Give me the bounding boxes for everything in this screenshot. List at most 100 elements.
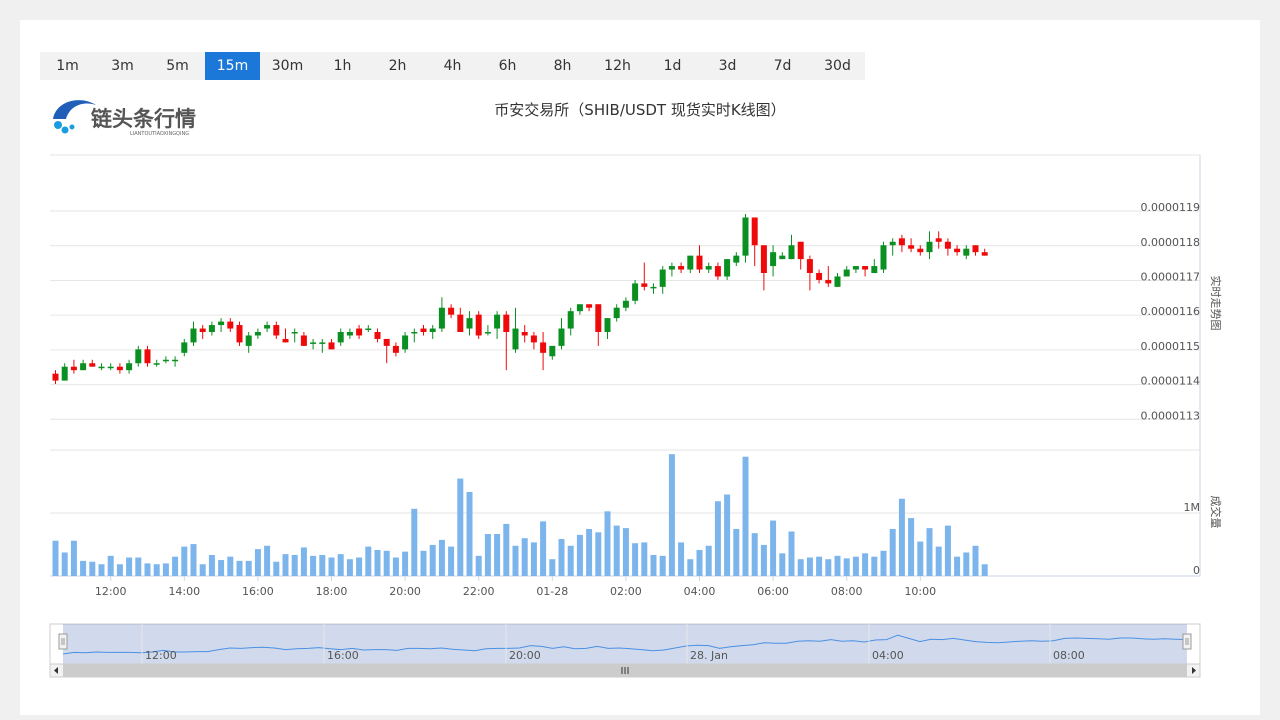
volume-bar[interactable] bbox=[558, 539, 565, 576]
candle-body[interactable] bbox=[512, 328, 519, 350]
candle-body[interactable] bbox=[236, 325, 243, 343]
candle-body[interactable] bbox=[705, 266, 712, 270]
volume-bar[interactable] bbox=[236, 560, 243, 576]
volume-bar[interactable] bbox=[475, 555, 482, 576]
candle-body[interactable] bbox=[291, 332, 298, 334]
volume-bar[interactable] bbox=[622, 528, 629, 576]
volume-bar[interactable] bbox=[300, 547, 307, 576]
candle-body[interactable] bbox=[199, 328, 206, 332]
candle-body[interactable] bbox=[144, 349, 151, 364]
volume-bar[interactable] bbox=[153, 564, 160, 576]
candle-body[interactable] bbox=[595, 304, 602, 332]
candle-body[interactable] bbox=[126, 363, 133, 371]
candle-body[interactable] bbox=[797, 241, 804, 260]
volume-bar[interactable] bbox=[135, 557, 142, 576]
volume-bar[interactable] bbox=[438, 539, 445, 576]
candle-body[interactable] bbox=[337, 332, 344, 343]
candle-body[interactable] bbox=[402, 335, 409, 350]
volume-bar[interactable] bbox=[365, 546, 372, 576]
candle-body[interactable] bbox=[889, 241, 896, 246]
volume-bar[interactable] bbox=[273, 561, 280, 576]
candle-body[interactable] bbox=[227, 321, 234, 329]
volume-bar[interactable] bbox=[567, 545, 574, 576]
volume-bar[interactable] bbox=[586, 528, 593, 576]
candle-body[interactable] bbox=[880, 245, 887, 270]
volume-bar[interactable] bbox=[944, 525, 951, 576]
volume-bar[interactable] bbox=[52, 540, 59, 576]
candle-body[interactable] bbox=[917, 248, 924, 253]
volume-bar[interactable] bbox=[852, 556, 859, 576]
volume-bar[interactable] bbox=[641, 542, 648, 576]
candle-body[interactable] bbox=[70, 366, 77, 371]
volume-bar[interactable] bbox=[319, 555, 326, 576]
volume-bar[interactable] bbox=[429, 544, 436, 576]
volume-bar[interactable] bbox=[806, 557, 813, 576]
volume-bar[interactable] bbox=[742, 456, 749, 576]
volume-bar[interactable] bbox=[484, 534, 491, 576]
volume-bar[interactable] bbox=[917, 541, 924, 576]
volume-bar[interactable] bbox=[310, 555, 317, 576]
candle-body[interactable] bbox=[448, 307, 455, 315]
candle-body[interactable] bbox=[696, 255, 703, 270]
candle-body[interactable] bbox=[604, 318, 611, 332]
volume-bar[interactable] bbox=[346, 559, 353, 576]
volume-bar[interactable] bbox=[825, 559, 832, 576]
candle-body[interactable] bbox=[264, 325, 271, 329]
candle-body[interactable] bbox=[429, 328, 436, 332]
volume-bar[interactable] bbox=[190, 544, 197, 576]
candle-body[interactable] bbox=[135, 349, 142, 364]
volume-bar[interactable] bbox=[89, 561, 96, 576]
candle-body[interactable] bbox=[678, 266, 685, 270]
volume-bar[interactable] bbox=[61, 552, 68, 576]
candle-body[interactable] bbox=[908, 245, 915, 249]
volume-bar[interactable] bbox=[880, 550, 887, 576]
candle-body[interactable] bbox=[622, 300, 629, 308]
candle-body[interactable] bbox=[383, 338, 390, 346]
volume-bar[interactable] bbox=[144, 563, 151, 576]
candle-body[interactable] bbox=[834, 276, 841, 287]
volume-bar[interactable] bbox=[245, 560, 252, 576]
candle-body[interactable] bbox=[558, 328, 565, 346]
candle-body[interactable] bbox=[162, 359, 169, 362]
volume-bar[interactable] bbox=[512, 545, 519, 576]
volume-bar[interactable] bbox=[411, 508, 418, 576]
candle-body[interactable] bbox=[392, 345, 399, 353]
volume-bar[interactable] bbox=[843, 558, 850, 576]
navigator-handle-left[interactable] bbox=[58, 633, 68, 650]
volume-bar[interactable] bbox=[816, 556, 823, 576]
volume-bar[interactable] bbox=[540, 521, 547, 576]
candle-body[interactable] bbox=[935, 238, 942, 242]
volume-bar[interactable] bbox=[162, 563, 169, 576]
volume-bar[interactable] bbox=[871, 556, 878, 576]
volume-bar[interactable] bbox=[457, 478, 464, 576]
volume-bar[interactable] bbox=[604, 511, 611, 576]
volume-bar[interactable] bbox=[760, 544, 767, 576]
candle-body[interactable] bbox=[98, 366, 105, 369]
volume-bar[interactable] bbox=[466, 492, 473, 576]
volume-bar[interactable] bbox=[530, 542, 537, 576]
candle-body[interactable] bbox=[825, 279, 832, 284]
volume-bar[interactable] bbox=[954, 556, 961, 576]
volume-bar[interactable] bbox=[576, 534, 583, 576]
candle-body[interactable] bbox=[770, 252, 777, 267]
volume-bar[interactable] bbox=[724, 494, 731, 576]
volume-bar[interactable] bbox=[705, 545, 712, 576]
candle-body[interactable] bbox=[61, 366, 68, 381]
candle-body[interactable] bbox=[650, 286, 657, 289]
volume-bar[interactable] bbox=[770, 520, 777, 576]
candle-body[interactable] bbox=[521, 332, 528, 336]
candle-body[interactable] bbox=[871, 266, 878, 273]
candle-body[interactable] bbox=[724, 259, 731, 277]
volume-bar[interactable] bbox=[963, 552, 970, 576]
candle-body[interactable] bbox=[328, 342, 335, 350]
volume-bar[interactable] bbox=[613, 525, 620, 576]
candle-body[interactable] bbox=[52, 373, 59, 381]
volume-bar[interactable] bbox=[199, 564, 206, 576]
candle-body[interactable] bbox=[300, 335, 307, 346]
volume-bar[interactable] bbox=[337, 554, 344, 576]
volume-bar[interactable] bbox=[218, 560, 225, 576]
candle-body[interactable] bbox=[245, 335, 252, 346]
candle-body[interactable] bbox=[153, 363, 160, 365]
candle-body[interactable] bbox=[972, 245, 979, 253]
kline-chart[interactable]: 0.0000113 0.0000114 0.0000115 0.0000116 0.00… bbox=[0, 0, 1280, 720]
